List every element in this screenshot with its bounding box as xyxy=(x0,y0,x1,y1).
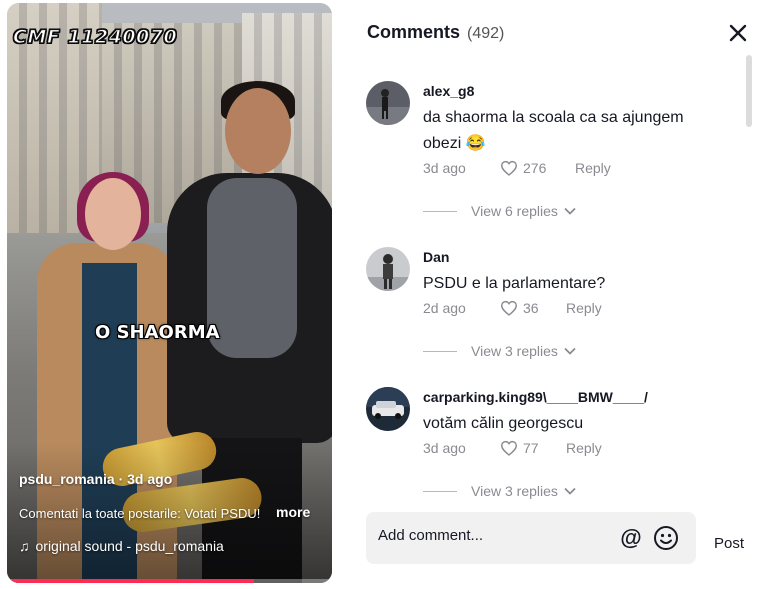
chevron-down-icon xyxy=(564,347,576,355)
like-button[interactable]: 276 xyxy=(500,160,575,176)
comment-username[interactable]: Dan xyxy=(423,249,449,265)
comments-title: Comments (492) xyxy=(367,22,505,42)
video-sound-label: original sound - psdu_romania xyxy=(35,538,224,554)
comment-date: 3d ago xyxy=(423,160,466,176)
avatar[interactable] xyxy=(366,81,410,125)
scrollbar[interactable] xyxy=(746,55,752,127)
comment-date: 2d ago xyxy=(423,300,466,316)
like-count: 77 xyxy=(523,440,539,456)
mention-button[interactable]: @ xyxy=(618,525,644,551)
heart-icon xyxy=(500,440,518,456)
heart-icon xyxy=(500,160,518,176)
add-comment-bar: Add comment... @ xyxy=(366,512,696,564)
comment-username[interactable]: carparking.king89\____BMW____/ xyxy=(423,389,648,405)
close-icon[interactable] xyxy=(727,22,749,44)
chevron-down-icon xyxy=(564,207,576,215)
video-author[interactable]: psdu_romania · 3d ago xyxy=(19,471,172,487)
laughing-emoji: 😂 xyxy=(465,135,486,152)
video-caption: O SHAORMA xyxy=(95,322,220,343)
comment-username[interactable]: alex_g8 xyxy=(423,83,474,99)
divider xyxy=(423,350,457,352)
post-button[interactable]: Post xyxy=(714,535,744,552)
video-progress-fill xyxy=(7,579,254,583)
divider xyxy=(423,210,457,212)
view-replies-button[interactable]: View 3 replies xyxy=(423,483,576,499)
like-button[interactable]: 77 xyxy=(500,440,566,456)
comments-panel: Comments (492) alex_g8 da shaorma la sco… xyxy=(349,3,763,583)
video-player[interactable]: CMF 11240070 O SHAORMA psdu_romania · 3d… xyxy=(7,3,332,583)
comment-text: da shaorma la scoala ca sa ajungem obezi… xyxy=(423,109,684,152)
avatar[interactable] xyxy=(366,247,410,291)
comment-meta: 2d ago 36 Reply xyxy=(423,300,602,316)
music-note-icon: ♫ xyxy=(19,538,30,554)
reply-button[interactable]: Reply xyxy=(575,160,611,176)
video-watermark: CMF 11240070 xyxy=(12,25,178,48)
comments-count: (492) xyxy=(467,25,505,42)
reply-button[interactable]: Reply xyxy=(566,300,602,316)
like-count: 36 xyxy=(523,300,539,316)
like-count: 276 xyxy=(523,160,547,176)
view-replies-button[interactable]: View 3 replies xyxy=(423,343,576,359)
divider xyxy=(423,490,457,492)
more-button[interactable]: more xyxy=(276,504,310,520)
video-sound[interactable]: ♫ original sound - psdu_romania xyxy=(19,538,224,554)
comment-meta: 3d ago 276 Reply xyxy=(423,160,611,176)
view-replies-button[interactable]: View 6 replies xyxy=(423,203,576,219)
comment-text: PSDU e la parlamentare? xyxy=(423,275,606,292)
chevron-down-icon xyxy=(564,487,576,495)
emoji-icon[interactable] xyxy=(653,525,679,551)
comment-text: votăm călin georgescu xyxy=(423,415,584,432)
reply-button[interactable]: Reply xyxy=(566,440,602,456)
video-progress-bar[interactable] xyxy=(7,579,332,583)
like-button[interactable]: 36 xyxy=(500,300,566,316)
heart-icon xyxy=(500,300,518,316)
avatar[interactable] xyxy=(366,387,410,431)
comment-input[interactable]: Add comment... xyxy=(378,527,483,544)
video-description: Comentati la toate postarile: Votati PSD… xyxy=(19,506,261,521)
comment-date: 3d ago xyxy=(423,440,466,456)
comment-meta: 3d ago 77 Reply xyxy=(423,440,602,456)
